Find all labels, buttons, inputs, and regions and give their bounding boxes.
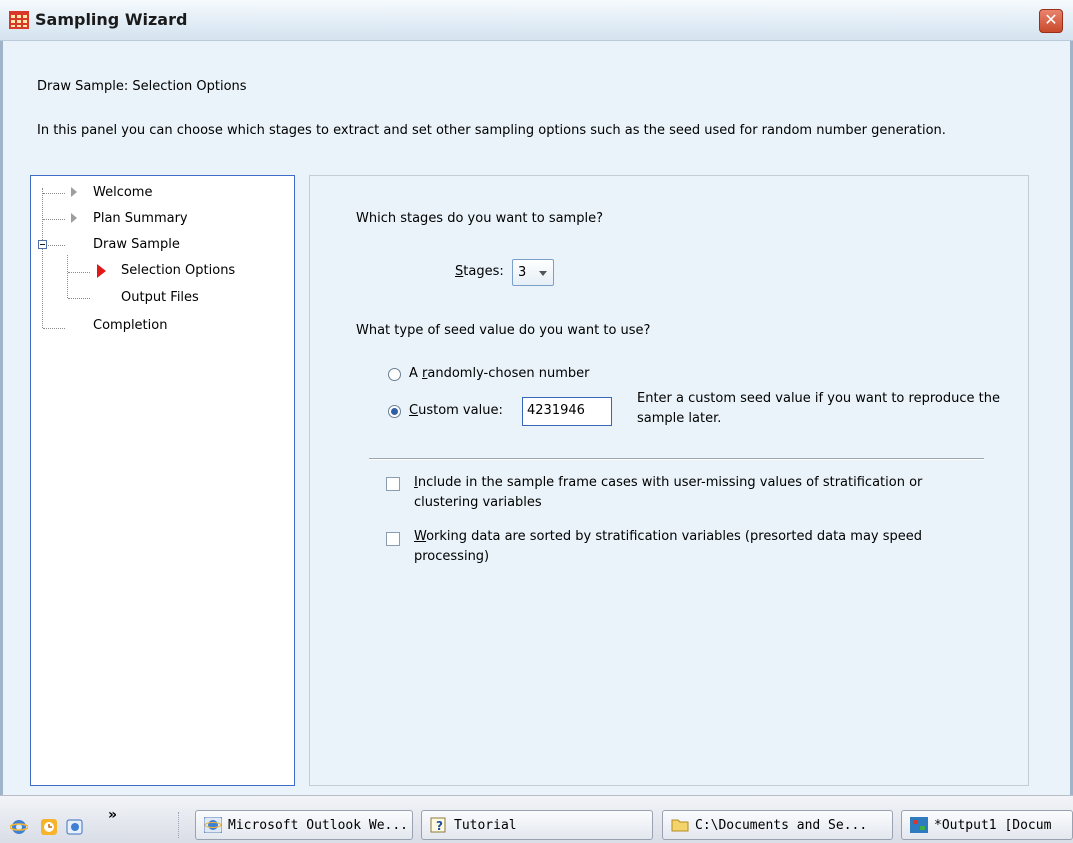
title-bar[interactable]: Sampling Wizard ✕: [0, 0, 1073, 41]
taskbar-button-label: Microsoft Outlook We...: [228, 818, 409, 833]
tree-item-output-files[interactable]: Output Files: [121, 290, 199, 305]
taskbar-grip[interactable]: [178, 812, 181, 838]
tree-connector: [48, 245, 65, 246]
custom-seed-mnemonic: C: [409, 403, 419, 418]
taskbar-button-outlook-web[interactable]: Microsoft Outlook We...: [195, 810, 413, 840]
taskbar-button-output[interactable]: *Output1 [Docum: [901, 810, 1073, 840]
stages-question: Which stages do you want to sample?: [356, 211, 603, 226]
seed-question: What type of seed value do you want to u…: [356, 323, 651, 338]
stages-value: 3: [518, 265, 527, 280]
tree-item-completion[interactable]: Completion: [93, 318, 167, 333]
taskbar-button-label: C:\Documents and Se...: [695, 818, 868, 833]
current-step-arrow-icon: [97, 264, 106, 278]
presorted-text: orking data are sorted by stratification…: [414, 529, 923, 564]
random-seed-label-post: andomly-chosen number: [427, 366, 590, 381]
tree-connector: [43, 219, 65, 220]
tree-item-selection-options[interactable]: Selection Options: [121, 263, 235, 278]
random-seed-label[interactable]: A randomly-chosen number: [409, 366, 589, 381]
tree-connector: [43, 193, 65, 194]
help-icon: ?: [430, 817, 446, 833]
tree-item-draw-sample[interactable]: Draw Sample: [93, 237, 180, 252]
internet-explorer-icon: [204, 817, 222, 833]
custom-seed-radio[interactable]: [388, 405, 401, 418]
include-missing-checkbox[interactable]: [386, 477, 400, 491]
tree-connector: [43, 328, 65, 329]
taskbar-button-label: *Output1 [Docum: [934, 818, 1052, 833]
tree-item-plan-summary[interactable]: Plan Summary: [93, 211, 188, 226]
custom-seed-label-post: ustom value:: [418, 403, 503, 418]
quick-launch-overflow[interactable]: »: [108, 807, 117, 823]
custom-seed-label[interactable]: Custom value:: [409, 403, 503, 418]
stages-label: Stages:: [455, 264, 504, 279]
close-button[interactable]: ✕: [1039, 9, 1063, 33]
panel-heading: Draw Sample: Selection Options: [37, 79, 247, 94]
collapse-icon[interactable]: [38, 240, 47, 249]
window-title: Sampling Wizard: [35, 10, 188, 29]
include-missing-text: nclude in the sample frame cases with us…: [414, 475, 923, 510]
taskbar-button-label: Tutorial: [454, 818, 517, 833]
presorted-mnemonic: W: [414, 529, 427, 544]
tree-connector: [68, 272, 90, 273]
internet-explorer-icon[interactable]: [10, 818, 28, 836]
random-seed-label-pre: A: [409, 366, 423, 381]
gray-arrow-icon: [71, 187, 77, 197]
include-missing-label[interactable]: Include in the sample frame cases with u…: [414, 473, 984, 513]
folder-icon: [671, 819, 689, 832]
presorted-label[interactable]: Working data are sorted by stratificatio…: [414, 527, 984, 567]
taskbar-button-documents-folder[interactable]: C:\Documents and Se...: [662, 810, 893, 840]
options-separator: [369, 458, 984, 460]
taskbar-button-tutorial[interactable]: ? Tutorial: [421, 810, 653, 840]
browser-shortcut-icon[interactable]: [66, 818, 84, 836]
close-icon: ✕: [1044, 10, 1058, 29]
panel-description: In this panel you can choose which stage…: [37, 123, 946, 138]
stages-dropdown[interactable]: 3: [512, 259, 554, 286]
tree-connector: [68, 298, 90, 299]
outlook-icon[interactable]: [40, 818, 58, 836]
tree-connector: [67, 255, 68, 298]
custom-seed-input[interactable]: 4231946: [522, 397, 612, 426]
spss-output-icon: [910, 817, 928, 833]
tree-connector: [42, 188, 43, 328]
spreadsheet-app-icon: [9, 11, 29, 29]
svg-text:?: ?: [436, 819, 443, 833]
stages-label-text: tages:: [463, 264, 504, 279]
presorted-checkbox[interactable]: [386, 532, 400, 546]
chevron-down-icon: [539, 271, 547, 276]
custom-seed-hint: Enter a custom seed value if you want to…: [637, 391, 1000, 426]
gray-arrow-icon: [71, 213, 77, 223]
tree-item-welcome[interactable]: Welcome: [93, 185, 152, 200]
random-seed-radio[interactable]: [388, 368, 401, 381]
